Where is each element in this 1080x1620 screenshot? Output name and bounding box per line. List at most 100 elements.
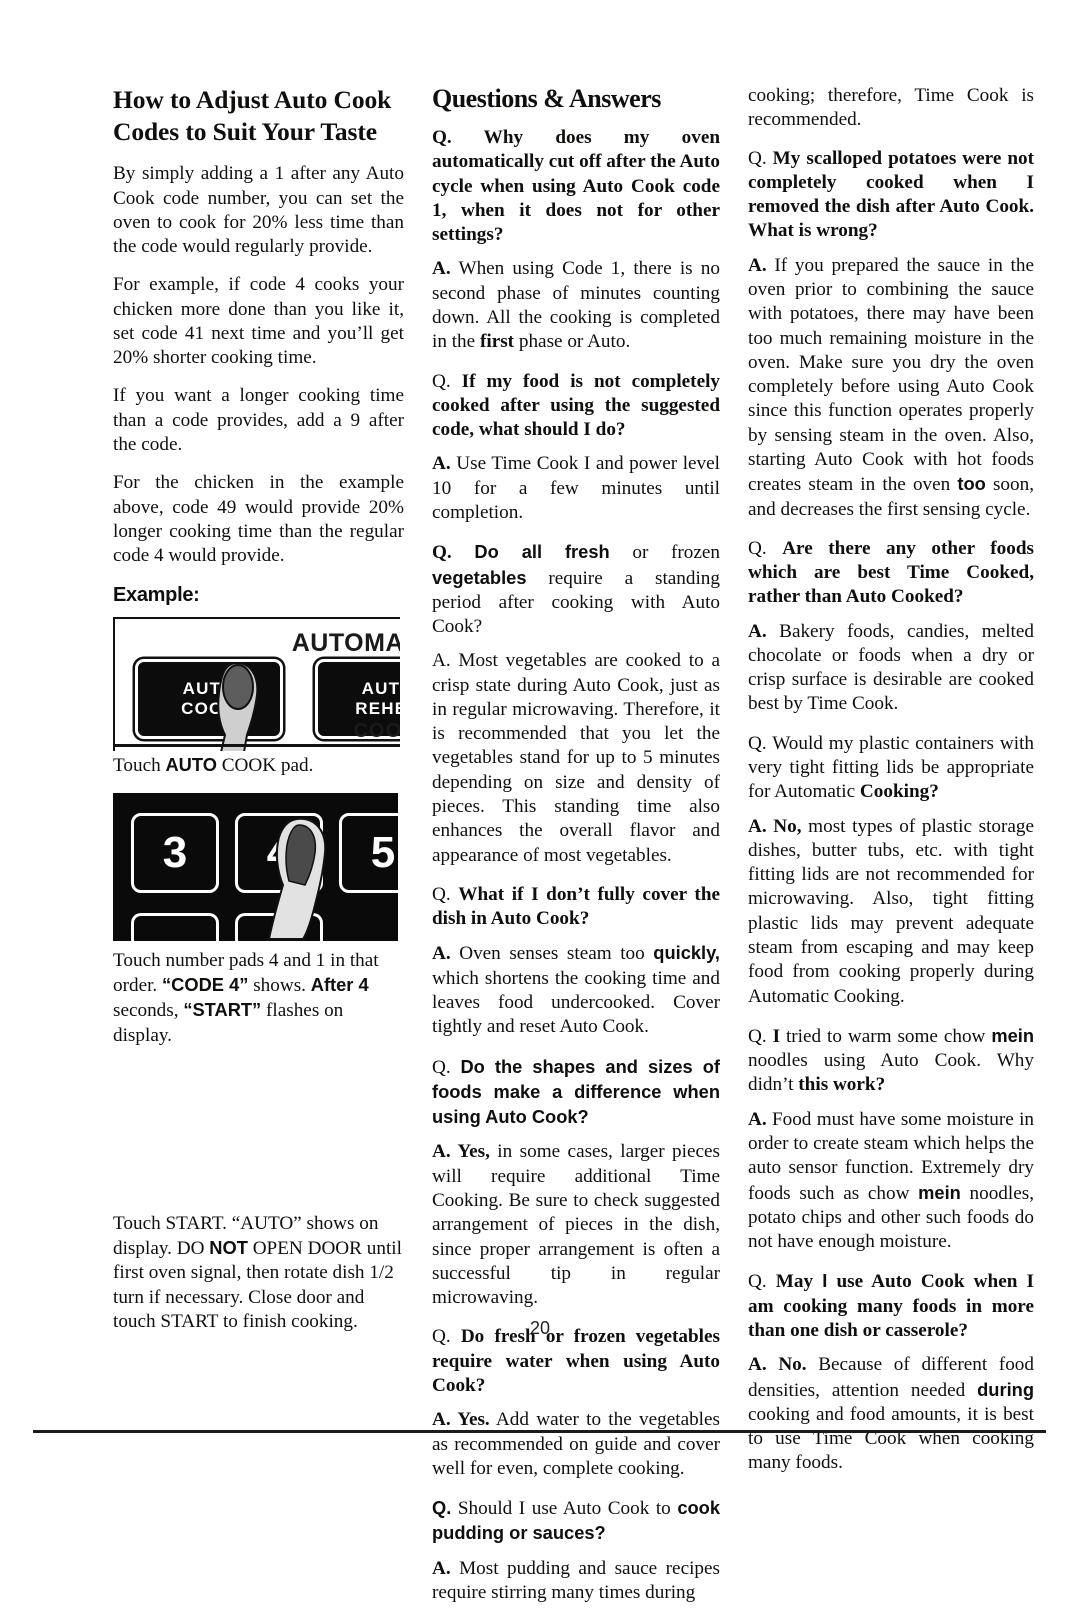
- question-prefix: Q.: [748, 1025, 773, 1047]
- answer-text: Most pudding and sauce recipes require s…: [432, 1557, 720, 1603]
- number-pad-3: 3: [131, 812, 219, 893]
- question-bold: vegetables: [432, 566, 527, 588]
- caption-bold: After 4: [310, 974, 369, 995]
- page-columns: How to Adjust Auto Cook Codes to Suit Yo…: [113, 84, 1034, 1620]
- middle-column: Questions & Answers Q. Why does my oven …: [432, 84, 720, 1620]
- answer: A. Yes, in some cases, larger pieces wil…: [432, 1140, 720, 1310]
- body-paragraph: For example, if code 4 cooks your chicke…: [113, 274, 404, 369]
- answer-prefix: A.: [432, 258, 451, 280]
- answer-prefix: A.: [432, 1557, 451, 1579]
- question: Q. Why does my oven automatically cut of…: [432, 126, 720, 247]
- question-prefix: Q.: [748, 1271, 776, 1293]
- answer-text: in some cases, larger pieces will requir…: [432, 1141, 720, 1309]
- caption-text: Touch: [113, 755, 166, 777]
- question-text: Should I use Auto Cook to: [451, 1498, 678, 1520]
- answer-text: Bakery foods, candies, melted chocolate …: [748, 620, 1034, 715]
- answer-prefix: A. Yes,: [432, 1141, 490, 1163]
- layout-spacer: [113, 1062, 404, 1212]
- final-instruction-paragraph: Touch START. “AUTO” shows on display. DO…: [113, 1212, 404, 1334]
- question-text: Do the shapes and sizes of foods make a …: [432, 1055, 720, 1128]
- question-prefix: Q.: [432, 370, 462, 392]
- panel-edge-line: [115, 744, 400, 748]
- question-prefix: Q.: [432, 127, 484, 148]
- photo2-caption: Touch number pads 4 and 1 in that order.…: [113, 949, 404, 1048]
- answer-text: cooking and food amounts, it is best to …: [748, 1403, 1034, 1474]
- finger-icon: [267, 817, 327, 940]
- answer-bold: mein: [918, 1181, 961, 1203]
- question: Q. I tried to warm some chow mein noodle…: [748, 1024, 1034, 1098]
- auto-cook-pad-line2: COOK: [181, 699, 237, 719]
- answer-prefix: A.: [432, 453, 451, 475]
- body-paragraph: If you want a longer cooking time than a…: [113, 385, 404, 456]
- answer-prefix: A. No.: [748, 1354, 807, 1376]
- question: Q. My scalloped potatoes were not comple…: [748, 147, 1034, 244]
- answer: A. Yes. Add water to the vegetables as r…: [432, 1408, 720, 1481]
- questions-answers-heading: Questions & Answers: [432, 84, 661, 113]
- question-text: or frozen: [609, 542, 720, 564]
- continued-paragraph: cooking; therefore, Time Cook is recomme…: [748, 85, 1034, 131]
- answer-bold: too: [957, 473, 986, 495]
- control-panel-photo: AUTOMA AUTO COOK AUTO REHEA COO: [113, 617, 400, 752]
- right-column: cooking; therefore, Time Cook is recomme…: [748, 84, 1034, 1620]
- answer: A. Most pudding and sauce recipes requir…: [432, 1557, 720, 1606]
- answer: A. Most vegetables are cooked to a crisp…: [432, 650, 720, 866]
- answer: A. If you prepared the sauce in the oven…: [748, 254, 1034, 522]
- question-text: If my food is not completely cooked afte…: [432, 370, 721, 441]
- manual-page: How to Adjust Auto Cook Codes to Suit Yo…: [0, 0, 1080, 1603]
- answer-bold: during: [977, 1378, 1034, 1400]
- bottom-rule: [33, 1430, 1046, 1433]
- panel-automatic-label: AUTOMA: [291, 629, 400, 658]
- question-bold: mein: [991, 1024, 1034, 1046]
- question: Q. Should I use Auto Cook to cook puddin…: [432, 1496, 720, 1547]
- answer: A. No, most types of plastic storage dis…: [748, 815, 1034, 1009]
- caption-bold: AUTO: [165, 754, 217, 776]
- answer-text: If you prepared the sauce in the oven pr…: [748, 254, 1034, 496]
- answer-text: Oven senses steam too: [450, 943, 654, 965]
- answer-prefix: A.: [432, 943, 451, 965]
- body-paragraph: By simply adding a 1 after any Auto Cook…: [113, 163, 404, 258]
- question-text: noodles using Auto Cook. Why didn’t: [748, 1050, 1034, 1096]
- answer: A. Oven senses steam too quickly, which …: [432, 941, 720, 1039]
- answer-prefix: A.: [748, 620, 767, 642]
- answer-bold: first: [479, 331, 515, 353]
- answer-bold: quickly,: [653, 942, 720, 964]
- question-prefix: Q.: [432, 883, 459, 905]
- question-prefix: Q.: [432, 1056, 461, 1078]
- question-prefix: Q.: [432, 1497, 452, 1519]
- page-number: 20: [529, 1318, 551, 1338]
- answer-text: most types of plastic storage dishes, bu…: [748, 815, 1035, 1007]
- number-pads-photo: 3 4 5: [113, 792, 398, 941]
- auto-cook-pad-line1: AUTO: [182, 679, 236, 699]
- question-bold: I: [772, 1025, 781, 1047]
- answer: A. Use Time Cook I and power level 10 fo…: [432, 452, 720, 525]
- question-prefix: Q.: [748, 732, 767, 754]
- question: Q. What if I don’t fully cover the dish …: [432, 883, 720, 932]
- question-text: tried to warm some chow: [780, 1025, 992, 1047]
- question-bold: this work?: [798, 1074, 886, 1096]
- question-text: Are there any other foods which are best…: [748, 537, 1034, 608]
- question-prefix: Q.: [432, 542, 475, 564]
- question-bold: Do all fresh: [474, 541, 610, 563]
- question-prefix: Q.: [748, 147, 773, 169]
- question: Q. If my food is not completely cooked a…: [432, 370, 720, 443]
- caption-text: shows.: [248, 975, 311, 996]
- answer: A. When using Code 1, there is no second…: [432, 257, 720, 354]
- answer-text: Use Time Cook I and power level 10 for a…: [432, 453, 720, 523]
- photo1-caption: Touch AUTO COOK pad.: [113, 753, 404, 778]
- answer-text: phase or Auto.: [514, 331, 631, 353]
- question-text: My scalloped potatoes were not completel…: [748, 147, 1035, 242]
- answer: A. Bakery foods, candies, melted chocola…: [748, 620, 1034, 717]
- answer-prefix: A. Yes.: [432, 1409, 490, 1431]
- question-text: What if I don’t fully cover the dish in …: [432, 883, 721, 930]
- panel-cook-label: COO: [353, 720, 400, 743]
- answer: A. Food must have some moisture in order…: [748, 1108, 1034, 1255]
- answer-prefix: A.: [748, 1108, 767, 1130]
- question: Q. Would my plastic containers with very…: [748, 732, 1034, 805]
- body-paragraph: For the chicken in the example above, co…: [113, 472, 404, 567]
- question: Q. Do the shapes and sizes of foods make…: [432, 1055, 720, 1131]
- instruction-bold: NOT: [209, 1237, 248, 1259]
- question: Q. Do all fresh or frozen vegetables req…: [432, 540, 720, 639]
- auto-reheat-pad-line1: AUTO: [361, 679, 400, 699]
- caption-text: COOK pad.: [216, 755, 314, 777]
- auto-cook-pad: AUTO COOK: [135, 659, 283, 740]
